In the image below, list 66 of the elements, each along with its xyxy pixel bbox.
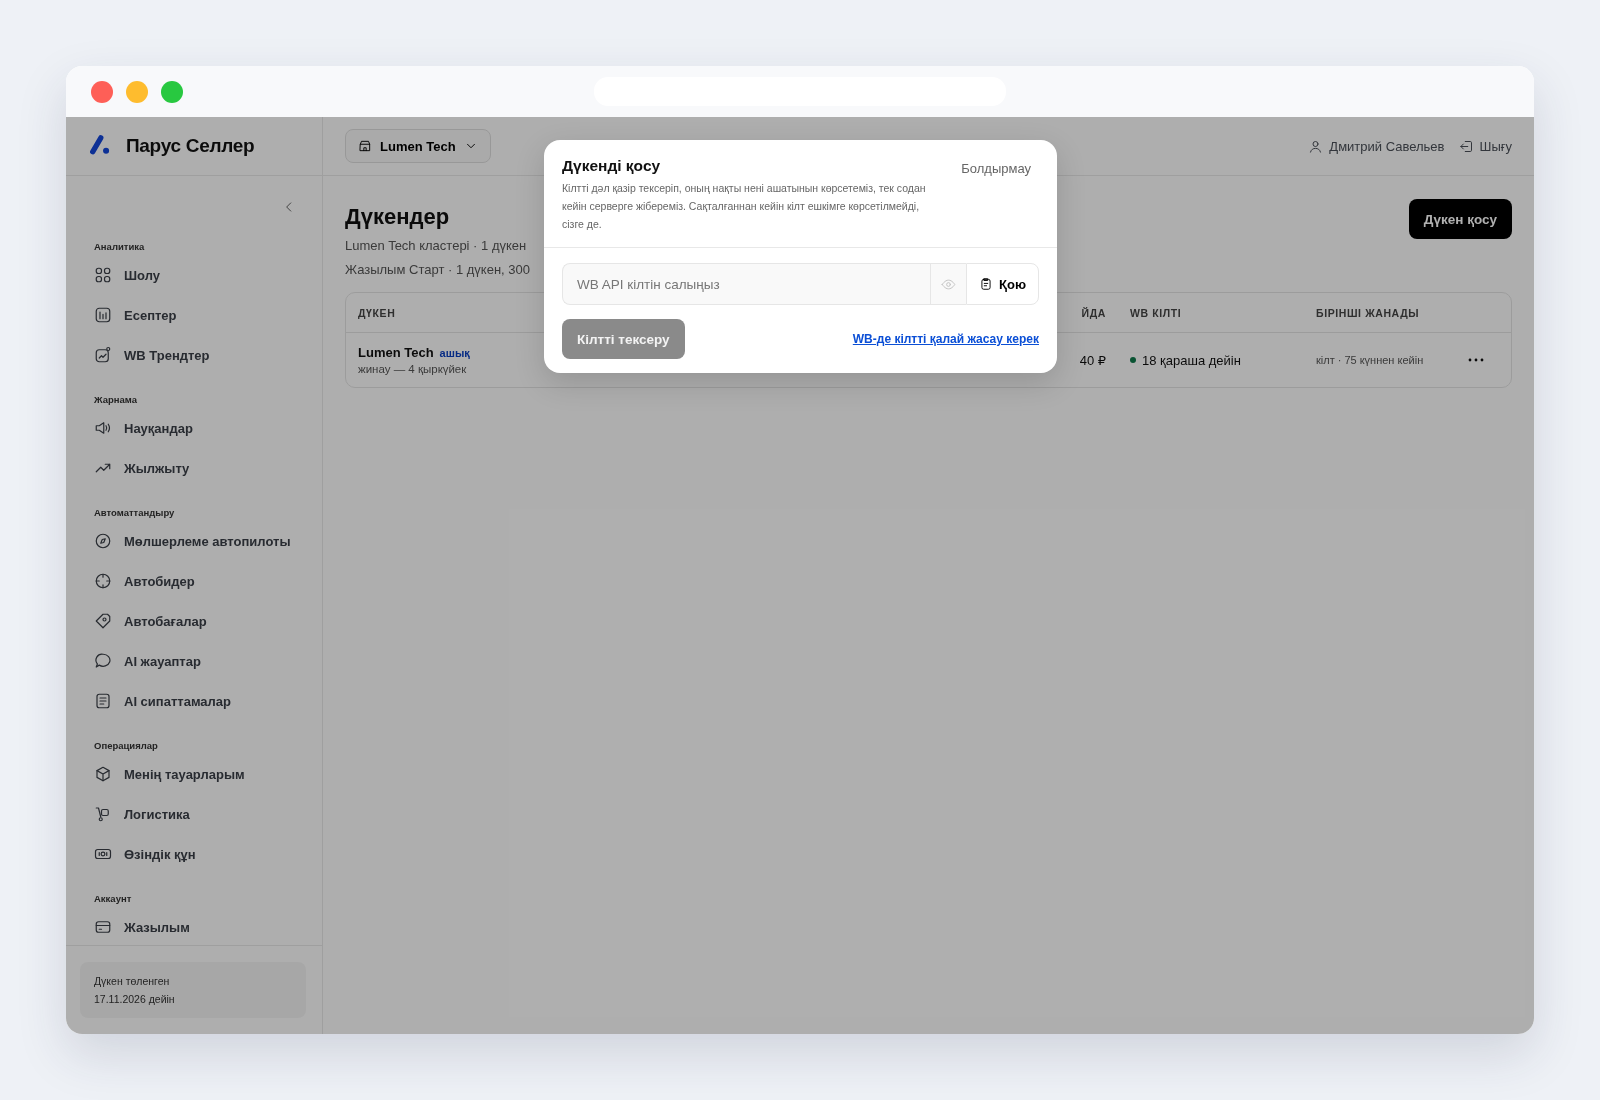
sidebar-item[interactable]: Менің тауарларым xyxy=(88,754,312,794)
eye-icon xyxy=(941,276,956,292)
window-control-icon[interactable] xyxy=(161,80,183,103)
show-key-button[interactable] xyxy=(930,263,966,305)
sidebar-item[interactable]: Логистика xyxy=(88,794,312,834)
sidebar-item[interactable]: Шолу xyxy=(88,255,312,295)
page-subtitle: Lumen Tech кластері · 1 дүкен xyxy=(345,237,528,255)
sidebar-item[interactable]: Науқандар xyxy=(88,408,312,448)
window-control-icon[interactable] xyxy=(126,80,148,103)
section-label: Автоматтандыру xyxy=(94,507,176,518)
chat-bubble-icon xyxy=(94,652,112,670)
status-tag: ашық xyxy=(439,347,470,359)
sidebar-item[interactable]: AI жауаптар xyxy=(88,641,312,681)
grid-icon xyxy=(94,266,112,284)
user-icon xyxy=(1308,138,1324,154)
section-label: Аккаунт xyxy=(94,893,133,904)
column-header: WB КІЛТІ xyxy=(1129,306,1183,319)
clipboard-icon xyxy=(979,277,993,291)
column-header: ДҮКЕН xyxy=(358,306,397,319)
sidebar-item[interactable]: WB Трендтер xyxy=(88,335,312,375)
dialog-title: Дүкенді қосу xyxy=(562,157,662,175)
table-cell-text: кілт · 75 күннен кейін xyxy=(1315,354,1425,366)
compass-icon xyxy=(94,532,112,550)
document-icon xyxy=(94,692,112,710)
sidebar-item[interactable]: Автобағалар xyxy=(88,601,312,641)
column-header: ЙДА xyxy=(1080,306,1106,319)
payment-status-card: Дүкен төленген 17.11.2026 дейін xyxy=(80,962,306,1018)
store-icon xyxy=(358,139,372,153)
window-control-icon[interactable] xyxy=(91,80,113,103)
section-label: Жарнама xyxy=(94,394,138,405)
api-key-field[interactable]: WB API кілтін салыңыз xyxy=(562,263,930,305)
more-icon[interactable] xyxy=(1468,358,1484,362)
sidebar-item[interactable]: Жылжыту xyxy=(88,448,312,488)
store-selector[interactable]: Lumen Tech xyxy=(345,129,491,163)
user-name[interactable]: Дмитрий Савельев xyxy=(1308,138,1445,154)
sidebar-item[interactable]: Автобидер xyxy=(88,561,312,601)
megaphone-icon xyxy=(94,419,112,437)
logout-icon xyxy=(1458,138,1474,154)
add-store-button[interactable]: Дүкен қосу xyxy=(1408,199,1512,239)
page-subtitle: Жазылым Старт · 1 дүкен, 300 xyxy=(345,261,530,279)
section-label: Операциялар xyxy=(94,740,159,751)
chart-image-icon xyxy=(94,346,112,364)
box-icon xyxy=(94,765,112,783)
bar-chart-icon xyxy=(94,306,112,324)
brand-name: Парус Селлер xyxy=(126,135,255,157)
logout-link[interactable]: Шығу xyxy=(1458,138,1512,154)
sidebar-item[interactable]: Өзіндік құн xyxy=(88,834,312,874)
section-label: Аналитика xyxy=(94,241,146,252)
hand-truck-icon xyxy=(94,805,112,823)
card-icon xyxy=(94,918,112,936)
sidebar-item[interactable]: Жазылым xyxy=(88,907,312,945)
sidebar-item[interactable]: Есептер xyxy=(88,295,312,335)
table-cell-text: 40 ₽ xyxy=(1078,352,1106,368)
table-cell-text: жинау — 4 қыркүйек xyxy=(358,363,468,375)
crosshair-icon xyxy=(94,572,112,590)
column-header: БІРІНШІ ЖАНАДЫ xyxy=(1315,306,1421,319)
sidebar-item[interactable]: AI сипаттамалар xyxy=(88,681,312,721)
tag-icon xyxy=(94,612,112,630)
page-title: Дүкендер xyxy=(345,204,451,230)
sidebar-item[interactable]: Мөлшерлеме автопилоты xyxy=(88,521,312,561)
cancel-button[interactable]: Болдырмау xyxy=(961,157,1039,176)
table-cell: 18 қараша дейін xyxy=(1142,352,1241,368)
paste-button[interactable]: Қою xyxy=(966,263,1039,305)
help-link[interactable]: WB-де кілтті қалай жасау керек xyxy=(852,332,1039,346)
store-name: Lumen Tech xyxy=(358,345,434,360)
dialog-description: Кілтті дәл қазір тексеріп, оның нақты нені ашатынын көрсетеміз, тек содан кейін серверге жібереміз. Сақталғаннан кейін кілт ешкімге көрсетілмейді, сізге де. xyxy=(562,181,927,232)
